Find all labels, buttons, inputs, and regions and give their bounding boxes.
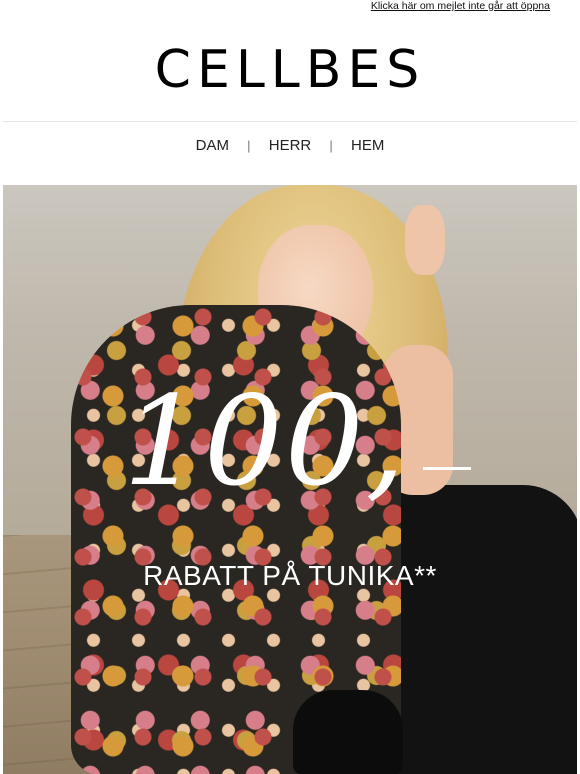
nav-item-hem[interactable]: HEM [351, 137, 384, 154]
nav-item-herr[interactable]: HERR [269, 137, 312, 154]
nav-item-dam[interactable]: DAM [196, 137, 229, 154]
discount-amount: 100, [123, 370, 408, 514]
model-hand [405, 205, 445, 275]
top-bar: Klicka här om mejlet inte går att öppna [0, 0, 580, 22]
promo-text: RABATT PÅ TUNIKA** [143, 560, 437, 591]
nav-separator: | [329, 138, 333, 153]
brand-logo[interactable]: CELLBES [0, 44, 580, 96]
model-shoe [293, 690, 403, 774]
discount-amount-dash [423, 467, 471, 470]
header-divider [3, 121, 577, 122]
hero-banner[interactable]: 100, RABATT PÅ TUNIKA** [3, 185, 577, 774]
main-nav: DAM | HERR | HEM [0, 137, 580, 154]
nav-separator: | [247, 138, 251, 153]
view-in-browser-link[interactable]: Klicka här om mejlet inte går att öppna [371, 0, 550, 12]
